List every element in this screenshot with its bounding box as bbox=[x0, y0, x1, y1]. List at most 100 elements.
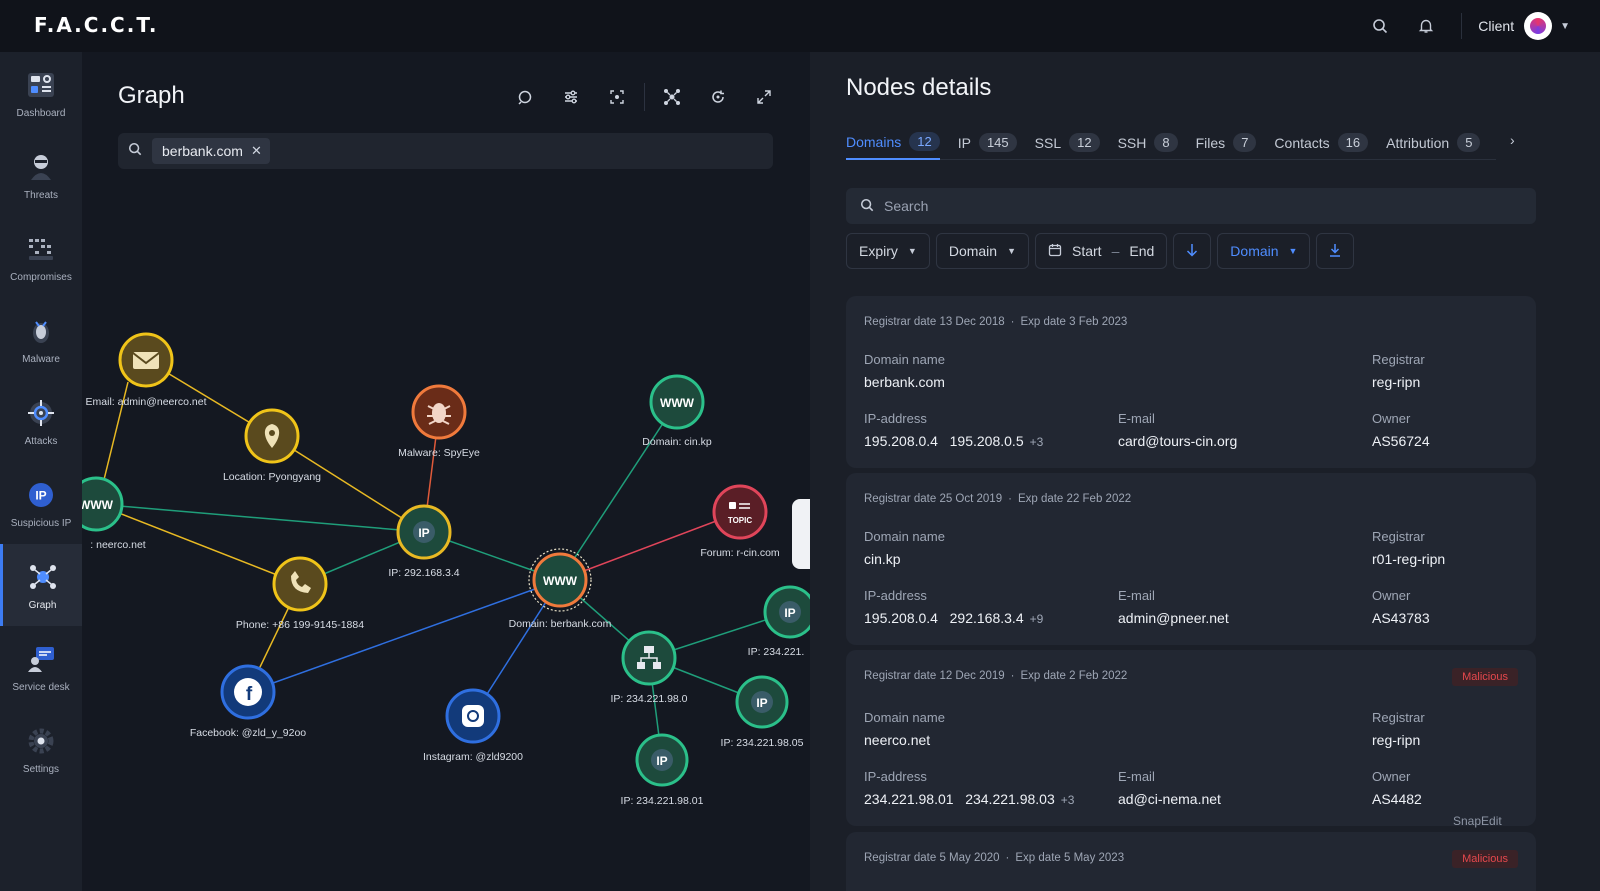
expiry-dropdown[interactable]: Expiry ▼ bbox=[846, 233, 930, 269]
graph-node-domain-neerco[interactable]: WWW : neerco.net bbox=[82, 476, 146, 551]
graph-node-domain-berbank[interactable]: WWW Domain: berbank.com bbox=[509, 548, 612, 630]
sidebar-item-suspicious-ip[interactable]: IP Suspicious IP bbox=[0, 462, 82, 544]
search-icon bbox=[860, 198, 874, 215]
field-label: E-mail bbox=[1118, 588, 1155, 603]
search-chip[interactable]: berbank.com ✕ bbox=[152, 138, 270, 164]
download-button[interactable] bbox=[1316, 233, 1355, 269]
attacks-icon bbox=[24, 396, 58, 430]
sidebar-item-compromises[interactable]: Compromises bbox=[0, 216, 82, 298]
owner-value: AS56724 bbox=[1372, 433, 1430, 449]
ip-value[interactable]: 234.221.98.03 bbox=[965, 791, 1055, 807]
sidebar-item-graph[interactable]: Graph bbox=[0, 544, 82, 626]
tab-files[interactable]: Files 7 bbox=[1196, 126, 1257, 160]
search-input[interactable]: Search bbox=[846, 188, 1536, 224]
tab-label: SSL bbox=[1034, 134, 1062, 151]
focus-icon[interactable] bbox=[594, 82, 640, 112]
graph-node-instagram[interactable]: Instagram: @zld9200 bbox=[423, 688, 523, 763]
search-icon[interactable] bbox=[1357, 0, 1403, 52]
field-label: Domain name bbox=[864, 710, 945, 725]
domain-card[interactable]: Registrar date 25 Oct 2019 · Exp date 22 F… bbox=[846, 473, 1536, 645]
chevron-right-icon[interactable]: › bbox=[1510, 132, 1515, 148]
bell-icon[interactable] bbox=[1403, 0, 1449, 52]
calendar-icon bbox=[1048, 243, 1062, 260]
graph-node-ip-01[interactable]: IP IP: 234.221.98.01 bbox=[621, 733, 704, 807]
sidebar-item-threats[interactable]: Threats bbox=[0, 134, 82, 216]
close-icon[interactable]: ✕ bbox=[251, 143, 262, 159]
sort-field-dropdown[interactable]: Domain ▼ bbox=[1217, 233, 1311, 269]
graph-node-malware[interactable]: Malware: SpyEye bbox=[398, 384, 480, 459]
lasso-icon[interactable] bbox=[502, 82, 548, 112]
brand-logo[interactable]: F.A.C.C.T. bbox=[34, 13, 159, 37]
domain-name[interactable]: cin.kp bbox=[864, 551, 901, 567]
range-separator: – bbox=[1111, 243, 1120, 259]
panel-resize-handle[interactable] bbox=[792, 499, 810, 569]
email-value[interactable]: ad@ci-nema.net bbox=[1118, 791, 1221, 807]
avatar-logo bbox=[1530, 18, 1547, 34]
chevron-down-icon[interactable]: ▼ bbox=[1560, 21, 1570, 32]
tab-count: 16 bbox=[1337, 133, 1369, 152]
meta-label: Registrar date bbox=[864, 316, 937, 328]
domain-card[interactable]: Registrar date 12 Dec 2019 · Exp date 2 Fe… bbox=[846, 650, 1536, 826]
more-count[interactable]: +3 bbox=[1030, 435, 1044, 449]
sidebar-item-label: Malware bbox=[22, 353, 60, 365]
sidebar-item-label: Suspicious IP bbox=[10, 517, 72, 529]
sidebar-item-service-desk[interactable]: Service desk bbox=[0, 626, 82, 708]
sidebar: Dashboard Threats Compromises Malware At… bbox=[0, 52, 82, 891]
node-text: WWW bbox=[82, 498, 114, 512]
top-bar: F.A.C.C.T. Client ▼ bbox=[0, 0, 1600, 52]
tab-count: 7 bbox=[1233, 133, 1257, 152]
graph-node-email[interactable]: Email: admin@neerco.net bbox=[86, 332, 207, 408]
tab-contacts[interactable]: Contacts 16 bbox=[1274, 126, 1369, 160]
chevron-down-icon: ▼ bbox=[907, 246, 917, 256]
cluster-icon[interactable] bbox=[649, 82, 695, 112]
domain-name[interactable]: neerco.net bbox=[864, 732, 930, 748]
sidebar-item-malware[interactable]: Malware bbox=[0, 298, 82, 380]
field-label: Domain name bbox=[864, 352, 945, 367]
tab-attribution[interactable]: Attribution 5 bbox=[1386, 126, 1481, 160]
expand-icon[interactable] bbox=[741, 82, 787, 112]
tab-label: SSH bbox=[1117, 134, 1147, 151]
ip-value[interactable]: 195.208.0.4 bbox=[864, 610, 938, 626]
graph-canvas[interactable]: Email: admin@neerco.net Location: Pyongy… bbox=[82, 52, 810, 891]
domain-card[interactable]: Registrar date 13 Dec 2018 · Exp date 3 Fe… bbox=[846, 296, 1536, 468]
ip-value[interactable]: 292.168.3.4 bbox=[950, 610, 1024, 626]
status-badge: Malicious bbox=[1452, 668, 1518, 686]
graph-node-domain-cinkp[interactable]: WWW Domain: cin.kp bbox=[642, 374, 712, 448]
facebook-icon: f bbox=[246, 684, 253, 705]
email-value[interactable]: card@tours-cin.org bbox=[1118, 433, 1237, 449]
more-count[interactable]: +9 bbox=[1030, 612, 1044, 626]
domain-name[interactable]: berbank.com bbox=[864, 374, 945, 390]
search-chip-label: berbank.com bbox=[162, 143, 243, 159]
graph-toolbar bbox=[502, 82, 787, 112]
client-label[interactable]: Client bbox=[1478, 18, 1514, 34]
graph-search-bar[interactable]: berbank.com ✕ bbox=[118, 133, 773, 169]
domain-card[interactable]: Registrar date 5 May 2020 · Exp date 5 May… bbox=[846, 832, 1536, 891]
avatar[interactable] bbox=[1524, 12, 1553, 40]
domain-dropdown[interactable]: Domain ▼ bbox=[935, 233, 1029, 269]
graph-node-phone[interactable]: Phone: +86 199-9145-1884 bbox=[236, 556, 364, 631]
tab-ssl[interactable]: SSL 12 bbox=[1035, 126, 1100, 160]
filter-icon[interactable] bbox=[548, 82, 594, 112]
graph-node-location[interactable]: Location: Pyongyang bbox=[223, 408, 321, 483]
chevron-down-icon: ▼ bbox=[1007, 246, 1016, 256]
date-range-picker[interactable]: Start – End bbox=[1035, 233, 1168, 269]
refresh-icon[interactable] bbox=[695, 82, 741, 112]
exp-date: 2 Feb 2022 bbox=[1069, 670, 1128, 682]
sidebar-item-attacks[interactable]: Attacks bbox=[0, 380, 82, 462]
tab-ip[interactable]: IP 145 bbox=[958, 126, 1017, 160]
sort-direction-button[interactable] bbox=[1173, 233, 1212, 269]
node-label: Forum: r-cin.com bbox=[700, 547, 780, 559]
filter-label: Expiry bbox=[859, 243, 898, 259]
ip-value[interactable]: 195.208.0.5 bbox=[950, 433, 1024, 449]
ip-value[interactable]: 195.208.0.4 bbox=[864, 433, 938, 449]
sidebar-item-settings[interactable]: Settings bbox=[0, 708, 82, 790]
sidebar-item-label: Dashboard bbox=[16, 107, 66, 119]
more-count[interactable]: +3 bbox=[1061, 793, 1075, 807]
sidebar-item-dashboard[interactable]: Dashboard bbox=[0, 52, 82, 134]
email-value[interactable]: admin@pneer.net bbox=[1118, 610, 1229, 626]
tab-domains[interactable]: Domains 12 bbox=[846, 126, 940, 160]
tab-ssh[interactable]: SSH 8 bbox=[1118, 126, 1178, 160]
graph-node-ip-05[interactable]: IP IP: 234.221.98.05 bbox=[721, 675, 804, 749]
tab-count: 8 bbox=[1154, 133, 1178, 152]
ip-value[interactable]: 234.221.98.01 bbox=[864, 791, 954, 807]
